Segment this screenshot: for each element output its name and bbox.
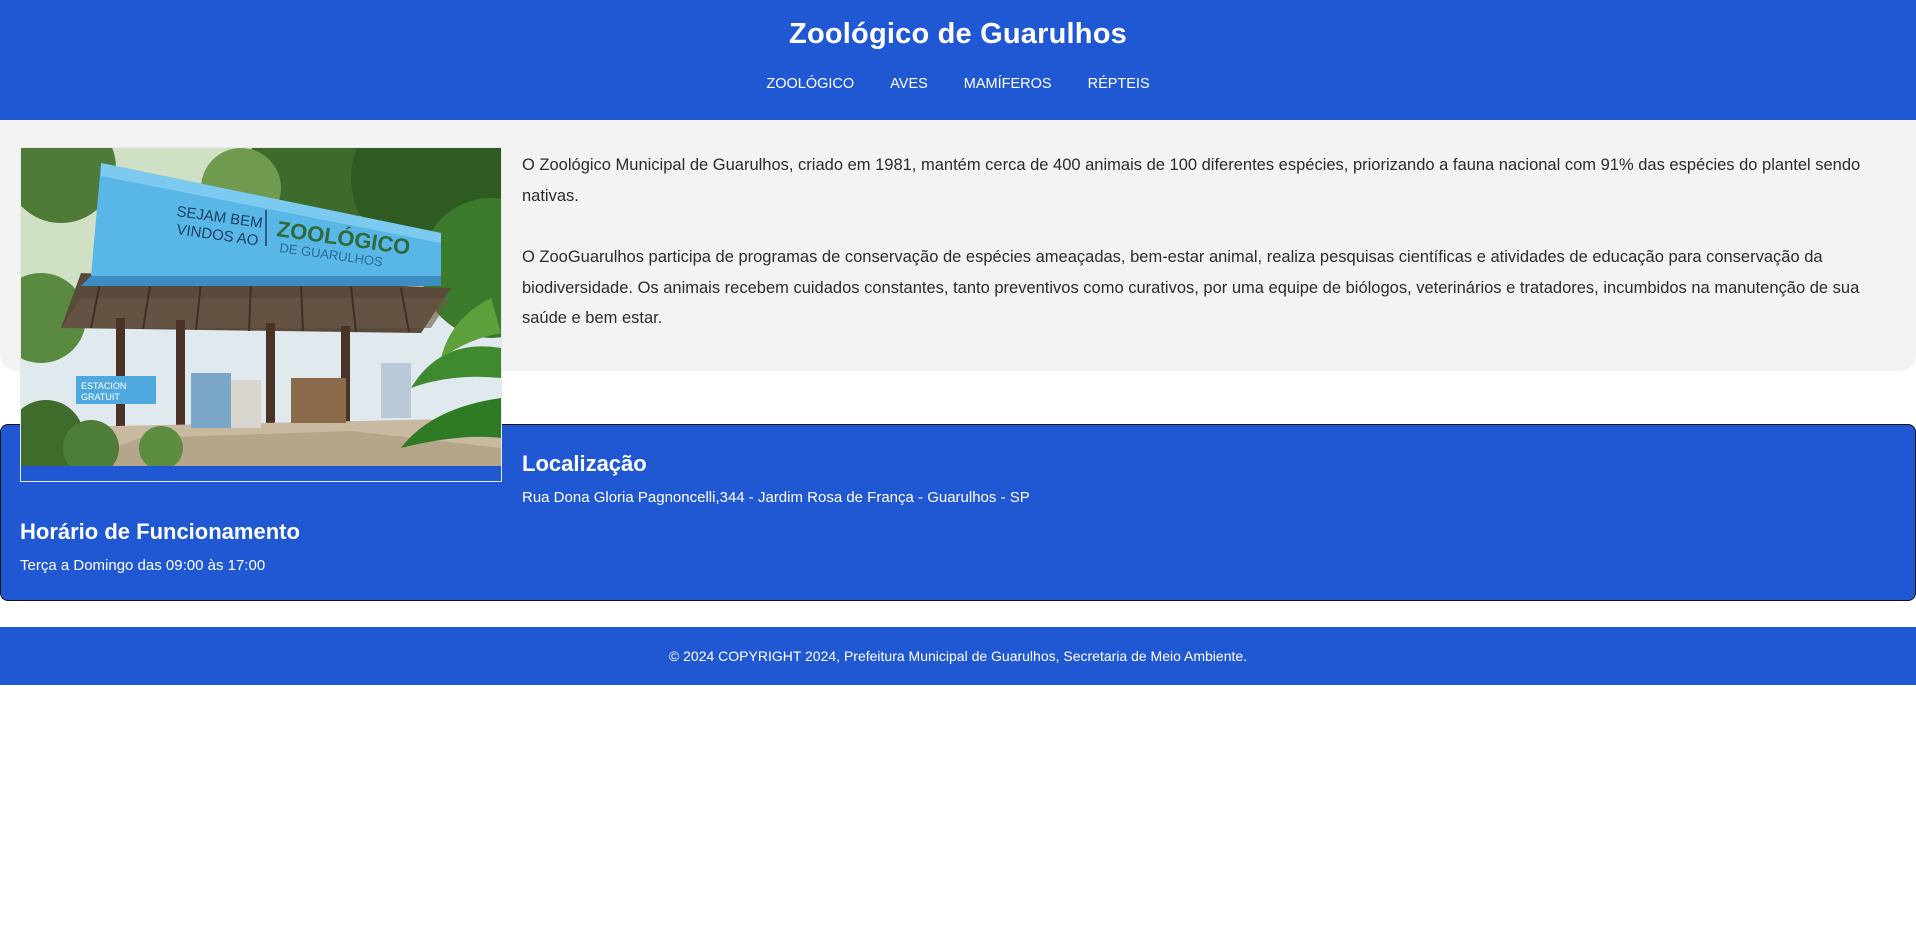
hours-text: Terça a Domingo das 09:00 às 17:00 (20, 557, 266, 574)
main-nav: ZOOLÓGICO AVES MAMÍFEROS RÉPTEIS (0, 76, 1916, 92)
intro-paragraph: O ZooGuarulhos participa de programas de… (522, 248, 1860, 327)
zoo-entrance-photo: SEJAM BEM VINDOS AO ZOOLÓGICO DE GUARULH… (20, 147, 502, 482)
intro-text: O Zoológico Municipal de Guarulhos, cria… (522, 150, 1892, 365)
nav-link-mamiferos[interactable]: MAMÍFEROS (964, 76, 1052, 92)
nav-link-repteis[interactable]: RÉPTEIS (1088, 76, 1150, 92)
hours-heading: Horário de Funcionamento (20, 519, 300, 544)
banner-left-line-2: GRATUIT (81, 392, 120, 402)
site-title: Zoológico de Guarulhos (789, 18, 1127, 50)
nav-link-zoologico[interactable]: ZOOLÓGICO (766, 76, 854, 92)
nav-link-aves[interactable]: AVES (890, 76, 928, 92)
intro-paragraph: O Zoológico Municipal de Guarulhos, cria… (522, 156, 1861, 205)
banner-left-line-1: ESTACION (81, 381, 126, 391)
site-header: Zoológico de Guarulhos ZOOLÓGICO AVES MA… (0, 0, 1916, 120)
footer-copyright: © 2024 COPYRIGHT 2024, Prefeitura Munici… (668, 648, 1248, 664)
site-footer: © 2024 COPYRIGHT 2024, Prefeitura Munici… (0, 627, 1916, 685)
location-address: Rua Dona Gloria Pagnoncelli,344 - Jardim… (522, 489, 1030, 506)
zoo-entrance-illustration: SEJAM BEM VINDOS AO ZOOLÓGICO DE GUARULH… (21, 148, 501, 466)
location-heading: Localização (522, 451, 647, 476)
